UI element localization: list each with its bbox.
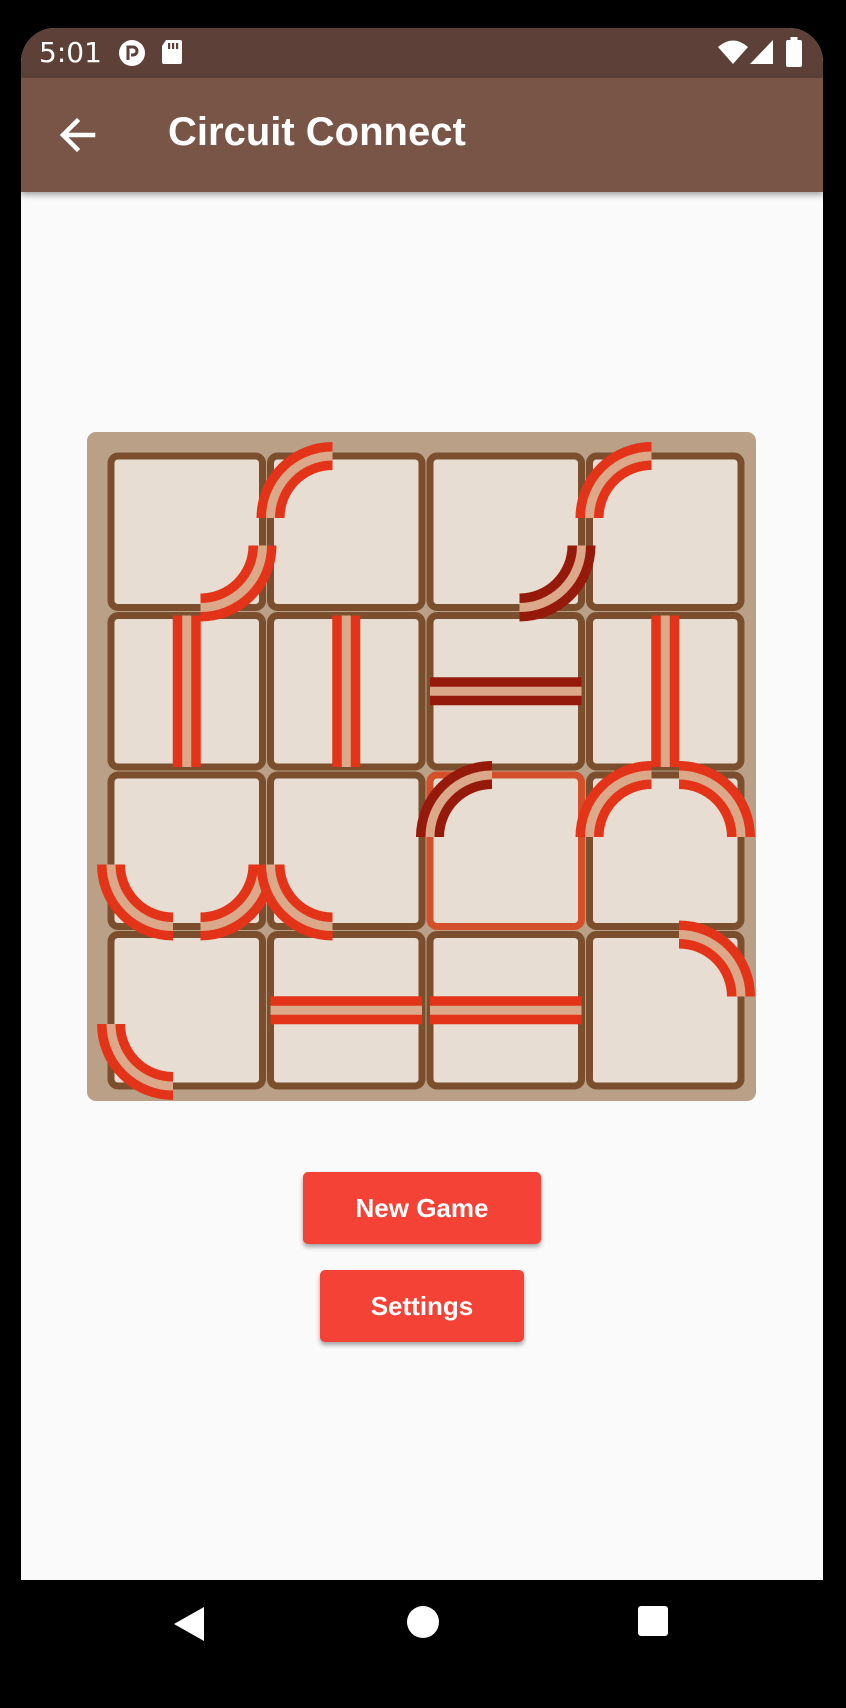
recents-square-icon[interactable]	[636, 1604, 670, 1638]
cast-icon	[119, 40, 145, 66]
back-triangle-icon[interactable]	[170, 1604, 210, 1644]
navigation-bar	[0, 1580, 846, 1708]
wifi-icon	[718, 40, 748, 64]
status-time: 5:01	[39, 36, 102, 69]
new-game-button[interactable]: New Game	[303, 1172, 541, 1244]
arrow-back-icon[interactable]	[51, 108, 105, 162]
screen: 5:01 Circuit Connect New Game Settings	[21, 28, 823, 1580]
game-board	[87, 432, 756, 1101]
home-circle-icon[interactable]	[405, 1604, 441, 1640]
app-title: Circuit Connect	[168, 110, 466, 154]
cellular-signal-icon	[750, 40, 773, 64]
battery-icon	[786, 37, 802, 67]
status-bar: 5:01	[21, 28, 823, 78]
settings-button[interactable]: Settings	[320, 1270, 524, 1342]
sd-card-icon	[162, 40, 182, 64]
app-bar: Circuit Connect	[21, 78, 823, 192]
